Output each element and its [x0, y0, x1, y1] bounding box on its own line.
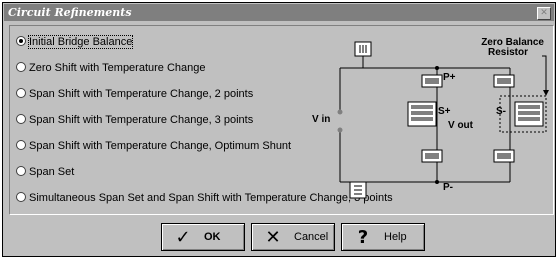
- bridge-arm-bl: [421, 149, 443, 163]
- bridge-arm-tl: [421, 74, 443, 88]
- option-label: Span Shift with Temperature Change, Opti…: [29, 140, 292, 152]
- cancel-button[interactable]: ✕ Cancel: [251, 223, 335, 251]
- v-in-label: V in: [312, 114, 330, 125]
- p-minus-label: P-: [443, 182, 453, 193]
- dialog-title: Circuit Refinements: [8, 6, 132, 19]
- bridge-arm-br: [493, 149, 515, 163]
- ok-label: OK: [204, 231, 221, 243]
- bridge-arm-tr: [493, 74, 515, 88]
- options-panel: Initial Bridge Balance Zero Shift with T…: [9, 25, 554, 215]
- callout-arrowhead: [543, 90, 549, 96]
- vin-plus-terminal: [337, 109, 343, 115]
- callout-line: [542, 55, 547, 92]
- title-bar: Circuit Refinements ✕: [4, 4, 554, 21]
- radio-icon[interactable]: [16, 166, 26, 176]
- help-button[interactable]: ? Help: [341, 223, 425, 251]
- question-icon: ?: [357, 226, 369, 248]
- option-label: Initial Bridge Balance: [27, 35, 134, 49]
- radio-icon[interactable]: [16, 192, 26, 202]
- option-span-shift-2pt[interactable]: Span Shift with Temperature Change, 2 po…: [16, 86, 253, 102]
- option-span-shift-3pt[interactable]: Span Shift with Temperature Change, 3 po…: [16, 112, 253, 128]
- radio-icon[interactable]: [16, 88, 26, 98]
- s-plus-chip: [407, 101, 437, 127]
- v-out-label: V out: [448, 120, 474, 131]
- s-minus-label: S-: [496, 106, 506, 117]
- resistor-label: Resistor: [488, 47, 528, 58]
- checkmark-icon: ✓: [175, 226, 191, 248]
- option-span-shift-optimum[interactable]: Span Shift with Temperature Change, Opti…: [16, 138, 291, 154]
- s-plus-label: S+: [438, 106, 451, 117]
- option-span-set[interactable]: Span Set: [16, 164, 74, 180]
- ok-button[interactable]: ✓ OK: [161, 223, 245, 251]
- p-plus-label: P+: [443, 72, 456, 83]
- radio-icon[interactable]: [16, 114, 26, 124]
- bridge-circuit-diagram: Zero Balance Resistor P+ P- S+ S- V in V…: [312, 37, 549, 199]
- x-icon: ✕: [265, 226, 281, 248]
- p-plus-node: [435, 66, 439, 70]
- option-initial-bridge-balance[interactable]: Initial Bridge Balance: [16, 34, 134, 50]
- zero-balance-resistor: [514, 101, 544, 127]
- p-minus-node: [435, 180, 439, 184]
- option-label: Span Shift with Temperature Change, 3 po…: [29, 114, 254, 126]
- radio-icon[interactable]: [16, 140, 26, 150]
- option-label: Span Set: [29, 166, 75, 178]
- radio-selected-icon[interactable]: [16, 36, 26, 46]
- vin-minus-terminal: [337, 127, 343, 133]
- cancel-label: Cancel: [294, 231, 329, 243]
- radio-icon[interactable]: [16, 62, 26, 72]
- option-label: Span Shift with Temperature Change, 2 po…: [29, 88, 254, 100]
- circuit-refinements-dialog: Circuit Refinements ✕ Initial Bridge Bal…: [2, 2, 556, 257]
- help-label: Help: [384, 231, 407, 243]
- option-zero-shift[interactable]: Zero Shift with Temperature Change: [16, 60, 206, 76]
- option-label: Zero Shift with Temperature Change: [29, 62, 206, 74]
- close-button[interactable]: ✕: [537, 7, 551, 20]
